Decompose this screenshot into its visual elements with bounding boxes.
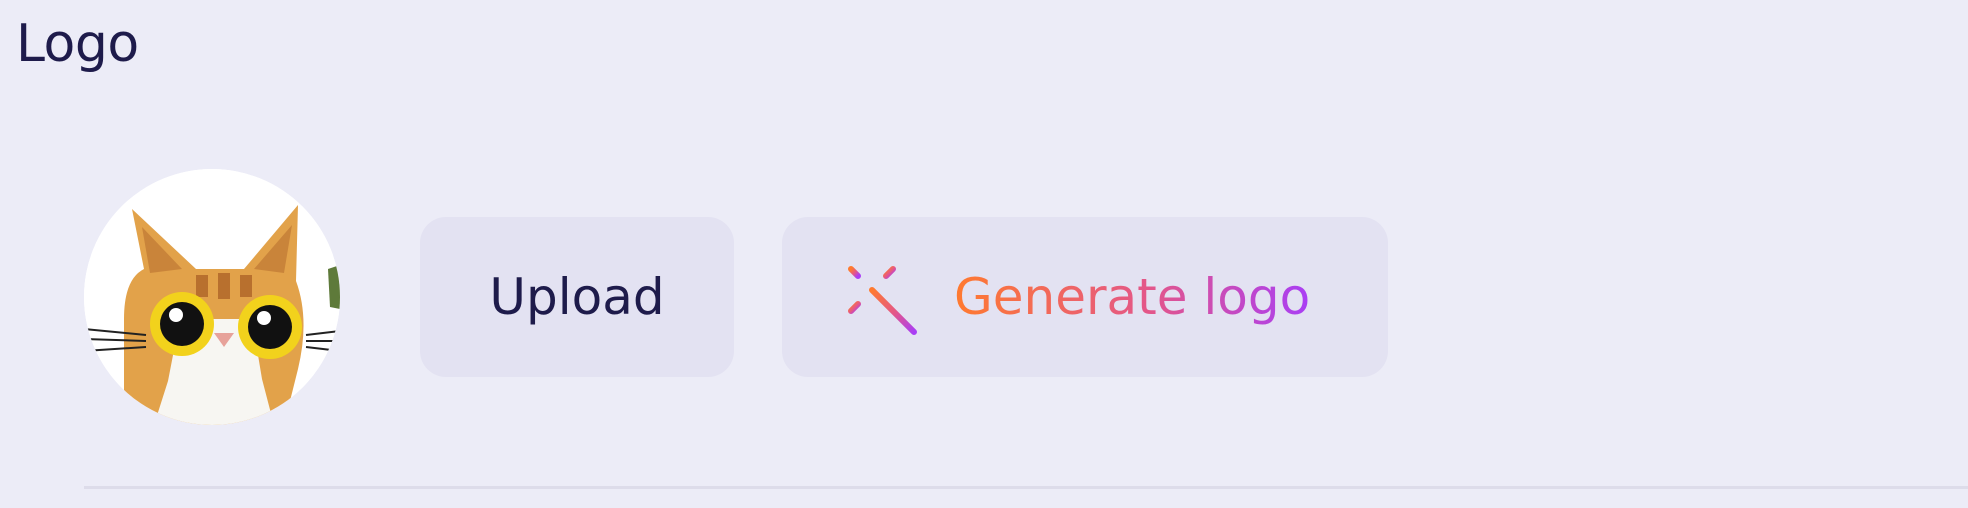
upload-button[interactable]: Upload xyxy=(420,217,734,377)
cat-face-icon xyxy=(84,169,340,425)
logo-avatar[interactable] xyxy=(84,169,340,425)
logo-row: Upload Generate logo xyxy=(84,168,1388,426)
magic-wand-icon xyxy=(839,257,917,335)
generate-logo-button[interactable]: Generate logo xyxy=(782,217,1388,377)
section-title: Logo xyxy=(16,14,139,74)
generate-logo-label: Generate logo xyxy=(954,268,1311,326)
section-divider xyxy=(84,486,1968,489)
